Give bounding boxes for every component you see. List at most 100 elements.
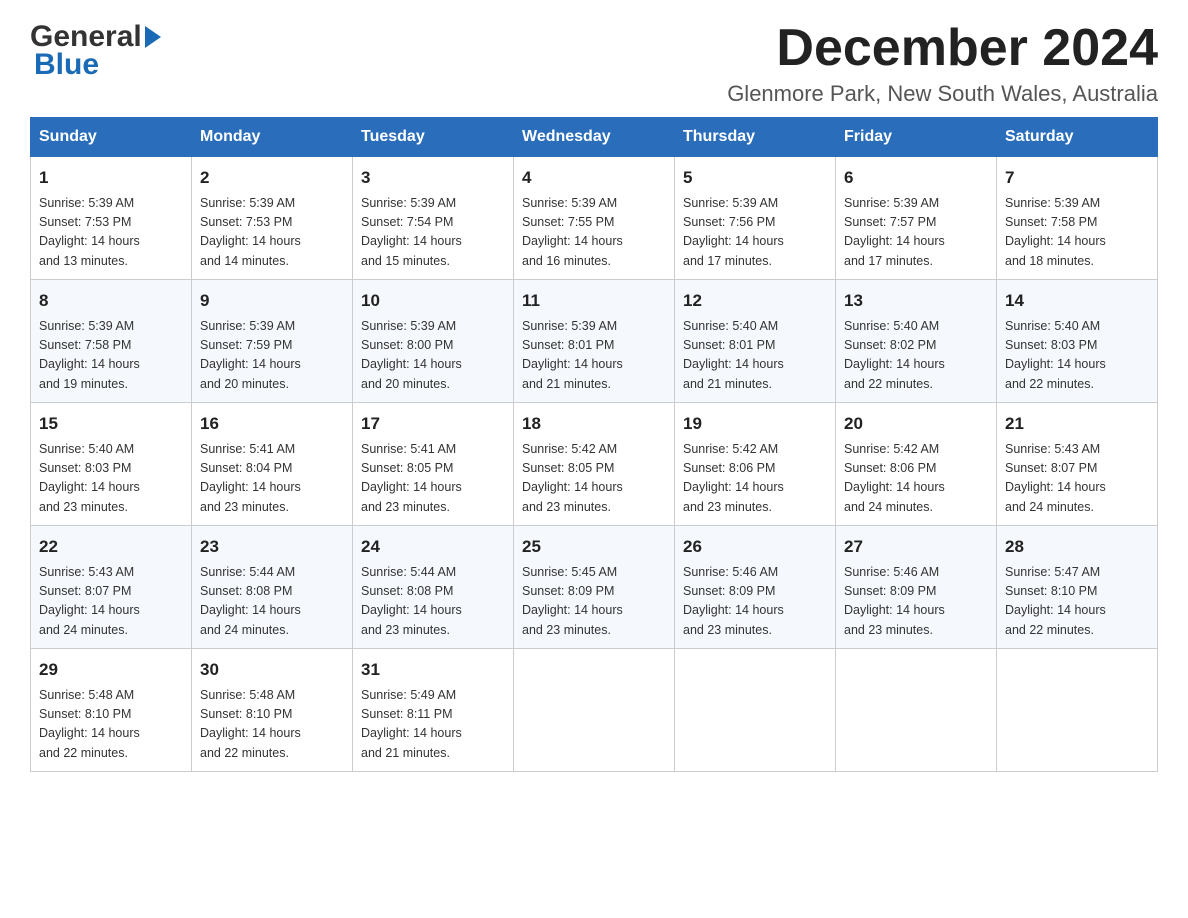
day-number: 24: [361, 534, 505, 560]
calendar-week-row: 8 Sunrise: 5:39 AM Sunset: 7:58 PM Dayli…: [31, 280, 1158, 403]
calendar-cell: 5 Sunrise: 5:39 AM Sunset: 7:56 PM Dayli…: [675, 157, 836, 280]
calendar-cell: 3 Sunrise: 5:39 AM Sunset: 7:54 PM Dayli…: [353, 157, 514, 280]
day-number: 31: [361, 657, 505, 683]
day-info: Sunrise: 5:45 AM Sunset: 8:09 PM Dayligh…: [522, 563, 666, 641]
calendar-cell: 23 Sunrise: 5:44 AM Sunset: 8:08 PM Dayl…: [192, 526, 353, 649]
day-info: Sunrise: 5:41 AM Sunset: 8:05 PM Dayligh…: [361, 440, 505, 518]
calendar-cell: [997, 649, 1158, 772]
calendar-cell: 16 Sunrise: 5:41 AM Sunset: 8:04 PM Dayl…: [192, 403, 353, 526]
location-title: Glenmore Park, New South Wales, Australi…: [727, 81, 1158, 107]
day-info: Sunrise: 5:40 AM Sunset: 8:01 PM Dayligh…: [683, 317, 827, 395]
day-number: 19: [683, 411, 827, 437]
day-info: Sunrise: 5:39 AM Sunset: 7:57 PM Dayligh…: [844, 194, 988, 272]
logo-arrow-icon: [145, 26, 161, 48]
day-header-thursday: Thursday: [675, 118, 836, 157]
day-number: 20: [844, 411, 988, 437]
day-info: Sunrise: 5:39 AM Sunset: 7:58 PM Dayligh…: [1005, 194, 1149, 272]
day-info: Sunrise: 5:39 AM Sunset: 7:55 PM Dayligh…: [522, 194, 666, 272]
day-info: Sunrise: 5:39 AM Sunset: 7:53 PM Dayligh…: [200, 194, 344, 272]
calendar-cell: 7 Sunrise: 5:39 AM Sunset: 7:58 PM Dayli…: [997, 157, 1158, 280]
day-number: 21: [1005, 411, 1149, 437]
day-number: 17: [361, 411, 505, 437]
day-info: Sunrise: 5:48 AM Sunset: 8:10 PM Dayligh…: [200, 686, 344, 764]
calendar-week-row: 1 Sunrise: 5:39 AM Sunset: 7:53 PM Dayli…: [31, 157, 1158, 280]
day-info: Sunrise: 5:39 AM Sunset: 8:00 PM Dayligh…: [361, 317, 505, 395]
day-info: Sunrise: 5:40 AM Sunset: 8:03 PM Dayligh…: [39, 440, 183, 518]
calendar-cell: [514, 649, 675, 772]
day-info: Sunrise: 5:49 AM Sunset: 8:11 PM Dayligh…: [361, 686, 505, 764]
day-number: 22: [39, 534, 183, 560]
calendar-cell: 8 Sunrise: 5:39 AM Sunset: 7:58 PM Dayli…: [31, 280, 192, 403]
calendar-cell: 26 Sunrise: 5:46 AM Sunset: 8:09 PM Dayl…: [675, 526, 836, 649]
day-number: 12: [683, 288, 827, 314]
calendar-cell: 6 Sunrise: 5:39 AM Sunset: 7:57 PM Dayli…: [836, 157, 997, 280]
calendar-cell: 13 Sunrise: 5:40 AM Sunset: 8:02 PM Dayl…: [836, 280, 997, 403]
day-number: 13: [844, 288, 988, 314]
day-info: Sunrise: 5:44 AM Sunset: 8:08 PM Dayligh…: [361, 563, 505, 641]
day-info: Sunrise: 5:39 AM Sunset: 7:56 PM Dayligh…: [683, 194, 827, 272]
day-number: 9: [200, 288, 344, 314]
calendar-cell: 29 Sunrise: 5:48 AM Sunset: 8:10 PM Dayl…: [31, 649, 192, 772]
month-title: December 2024: [727, 20, 1158, 77]
calendar-cell: 25 Sunrise: 5:45 AM Sunset: 8:09 PM Dayl…: [514, 526, 675, 649]
calendar-cell: 12 Sunrise: 5:40 AM Sunset: 8:01 PM Dayl…: [675, 280, 836, 403]
title-block: December 2024 Glenmore Park, New South W…: [727, 20, 1158, 107]
day-info: Sunrise: 5:39 AM Sunset: 7:58 PM Dayligh…: [39, 317, 183, 395]
day-info: Sunrise: 5:47 AM Sunset: 8:10 PM Dayligh…: [1005, 563, 1149, 641]
day-info: Sunrise: 5:39 AM Sunset: 7:59 PM Dayligh…: [200, 317, 344, 395]
day-info: Sunrise: 5:39 AM Sunset: 8:01 PM Dayligh…: [522, 317, 666, 395]
day-number: 11: [522, 288, 666, 314]
day-header-wednesday: Wednesday: [514, 118, 675, 157]
calendar-week-row: 15 Sunrise: 5:40 AM Sunset: 8:03 PM Dayl…: [31, 403, 1158, 526]
calendar-cell: 28 Sunrise: 5:47 AM Sunset: 8:10 PM Dayl…: [997, 526, 1158, 649]
calendar-cell: 10 Sunrise: 5:39 AM Sunset: 8:00 PM Dayl…: [353, 280, 514, 403]
calendar-cell: 9 Sunrise: 5:39 AM Sunset: 7:59 PM Dayli…: [192, 280, 353, 403]
calendar-cell: [836, 649, 997, 772]
calendar-cell: 21 Sunrise: 5:43 AM Sunset: 8:07 PM Dayl…: [997, 403, 1158, 526]
day-number: 18: [522, 411, 666, 437]
day-info: Sunrise: 5:41 AM Sunset: 8:04 PM Dayligh…: [200, 440, 344, 518]
day-info: Sunrise: 5:43 AM Sunset: 8:07 PM Dayligh…: [39, 563, 183, 641]
day-number: 28: [1005, 534, 1149, 560]
calendar-table: SundayMondayTuesdayWednesdayThursdayFrid…: [30, 117, 1158, 772]
day-info: Sunrise: 5:40 AM Sunset: 8:02 PM Dayligh…: [844, 317, 988, 395]
calendar-week-row: 29 Sunrise: 5:48 AM Sunset: 8:10 PM Dayl…: [31, 649, 1158, 772]
calendar-cell: 15 Sunrise: 5:40 AM Sunset: 8:03 PM Dayl…: [31, 403, 192, 526]
day-number: 1: [39, 165, 183, 191]
day-info: Sunrise: 5:46 AM Sunset: 8:09 PM Dayligh…: [844, 563, 988, 641]
calendar-cell: 20 Sunrise: 5:42 AM Sunset: 8:06 PM Dayl…: [836, 403, 997, 526]
logo: General Blue: [30, 20, 164, 82]
day-number: 7: [1005, 165, 1149, 191]
day-number: 5: [683, 165, 827, 191]
day-number: 25: [522, 534, 666, 560]
day-header-friday: Friday: [836, 118, 997, 157]
logo-blue-text: Blue: [34, 48, 164, 82]
calendar-cell: 2 Sunrise: 5:39 AM Sunset: 7:53 PM Dayli…: [192, 157, 353, 280]
day-info: Sunrise: 5:42 AM Sunset: 8:06 PM Dayligh…: [683, 440, 827, 518]
page-header: General Blue December 2024 Glenmore Park…: [30, 20, 1158, 107]
calendar-header-row: SundayMondayTuesdayWednesdayThursdayFrid…: [31, 118, 1158, 157]
day-info: Sunrise: 5:39 AM Sunset: 7:53 PM Dayligh…: [39, 194, 183, 272]
day-info: Sunrise: 5:43 AM Sunset: 8:07 PM Dayligh…: [1005, 440, 1149, 518]
calendar-cell: 31 Sunrise: 5:49 AM Sunset: 8:11 PM Dayl…: [353, 649, 514, 772]
calendar-cell: 19 Sunrise: 5:42 AM Sunset: 8:06 PM Dayl…: [675, 403, 836, 526]
calendar-cell: [675, 649, 836, 772]
day-number: 30: [200, 657, 344, 683]
day-header-monday: Monday: [192, 118, 353, 157]
day-info: Sunrise: 5:46 AM Sunset: 8:09 PM Dayligh…: [683, 563, 827, 641]
calendar-cell: 11 Sunrise: 5:39 AM Sunset: 8:01 PM Dayl…: [514, 280, 675, 403]
calendar-cell: 27 Sunrise: 5:46 AM Sunset: 8:09 PM Dayl…: [836, 526, 997, 649]
calendar-cell: 17 Sunrise: 5:41 AM Sunset: 8:05 PM Dayl…: [353, 403, 514, 526]
day-number: 16: [200, 411, 344, 437]
day-number: 26: [683, 534, 827, 560]
day-header-tuesday: Tuesday: [353, 118, 514, 157]
day-number: 4: [522, 165, 666, 191]
day-number: 2: [200, 165, 344, 191]
day-number: 15: [39, 411, 183, 437]
day-number: 27: [844, 534, 988, 560]
day-number: 29: [39, 657, 183, 683]
day-info: Sunrise: 5:44 AM Sunset: 8:08 PM Dayligh…: [200, 563, 344, 641]
day-info: Sunrise: 5:40 AM Sunset: 8:03 PM Dayligh…: [1005, 317, 1149, 395]
calendar-cell: 14 Sunrise: 5:40 AM Sunset: 8:03 PM Dayl…: [997, 280, 1158, 403]
day-number: 10: [361, 288, 505, 314]
